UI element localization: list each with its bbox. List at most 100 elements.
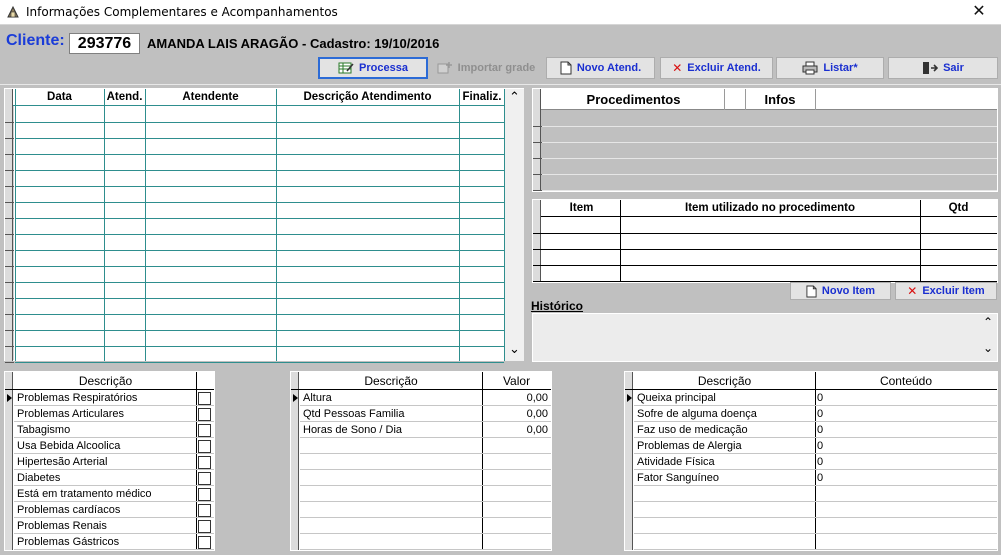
itens-grid[interactable]: Item Item utilizado no procedimento Qtd [532,199,998,283]
scroll-up-icon[interactable]: ⌃ [509,89,520,105]
medida-valor[interactable]: 0,00 [485,392,548,404]
col-anamnese-descricao[interactable]: Descrição [634,374,815,388]
condicao-label: Problemas Renais [17,520,107,532]
proc-row-line [542,174,997,175]
atendimentos-grid[interactable]: Data Atend. Atendente Descrição Atendime… [4,88,524,363]
condicao-checkbox[interactable] [198,392,211,405]
anamnese-grid[interactable]: Descrição Conteúdo Queixa principal 0 Sofr… [624,371,998,551]
historico-label: Histórico [531,299,584,313]
medida-valor[interactable]: 0,00 [485,408,548,420]
condicao-checkbox[interactable] [198,424,211,437]
novo-item-button[interactable]: Novo Item [790,282,891,300]
close-button[interactable]: ✕ [957,0,1001,25]
excluir-atend-label: Excluir Atend. [687,62,761,74]
importar-grade-button[interactable]: Importar grade [432,57,540,79]
grid-row-line [300,437,551,438]
condicao-checkbox[interactable] [198,536,211,549]
col-atendente[interactable]: Atendente [145,91,276,103]
client-id-field[interactable]: 293776 [69,33,140,54]
medida-valor[interactable]: 0,00 [485,424,548,436]
itens-col-line [620,200,621,282]
importar-grade-label: Importar grade [457,62,536,74]
col-infos[interactable]: Infos [745,92,815,107]
anamnese-conteudo[interactable]: 0 [817,440,993,452]
grid-row-line [14,549,214,550]
itens-row-line [533,249,997,250]
anamnese-conteudo[interactable]: 0 [817,392,993,404]
excluir-atend-button[interactable]: ✕ Excluir Atend. [660,57,773,79]
col-anamnese-conteudo[interactable]: Conteúdo [815,374,997,388]
processa-button[interactable]: Processa [318,57,428,79]
anamnese-conteudo[interactable]: 0 [817,424,993,436]
condicao-checkbox[interactable] [198,488,211,501]
grid-row-line [300,421,551,422]
atend-indicator-line [5,282,14,283]
historico-scroll-down-icon[interactable]: ⌄ [983,341,993,355]
col-procedimentos[interactable]: Procedimentos [543,92,724,107]
condicao-checkbox[interactable] [198,520,211,533]
col-item-utilizado[interactable]: Item utilizado no procedimento [620,202,920,214]
grid-row-line [14,453,214,454]
grid-row-line [634,421,997,422]
col-descricao-atendimento[interactable]: Descrição Atendimento [276,91,459,103]
novo-atend-button[interactable]: Novo Atend. [546,57,655,79]
grid-row-line [300,549,551,550]
current-row-arrow-icon [7,394,12,402]
atend-indicator-line [5,250,14,251]
condicao-checkbox[interactable] [198,408,211,421]
proc-row-line [542,190,997,191]
col-medida-descricao[interactable]: Descrição [300,374,482,388]
proc-indicator-line [533,142,542,143]
condicoes-header-line [5,389,214,390]
grid-row-line [14,405,214,406]
anamnese-conteudo[interactable]: 0 [817,472,993,484]
atendimentos-scrollbar[interactable]: ⌃ ⌄ [505,89,524,361]
condicao-checkbox[interactable] [198,440,211,453]
col-qtd[interactable]: Qtd [920,202,997,214]
col-condicao-descricao[interactable]: Descrição [14,374,197,388]
proc-row-line [542,142,997,143]
medidas-col-sep [482,372,483,550]
sair-button[interactable]: Sair [888,57,998,79]
col-atend[interactable]: Atend. [104,91,145,103]
atend-indicator-line [5,154,14,155]
proc-indicator-line [533,126,542,127]
medidas-grid[interactable]: Descrição Valor Altura 0,00 Qtd Pessoas Fa… [290,371,552,551]
anamnese-conteudo[interactable]: 0 [817,456,993,468]
atend-indicator-line [5,122,14,123]
atend-indicator-line [5,202,14,203]
atend-row-line [15,330,504,331]
proc-indicator-line [533,190,542,191]
condicao-checkbox[interactable] [198,504,211,517]
condicao-checkbox[interactable] [198,456,211,469]
atend-row-line [15,170,504,171]
historico-scroll-up-icon[interactable]: ⌃ [983,315,993,329]
listar-button[interactable]: Listar* [776,57,884,79]
atend-col-line [145,89,146,361]
atend-row-line [15,362,504,363]
col-data[interactable]: Data [15,91,104,103]
historico-textarea[interactable]: ⌃ ⌄ [532,313,998,362]
atend-row-line [15,154,504,155]
proc-row-line [542,126,997,127]
anamnese-conteudo[interactable]: 0 [817,408,993,420]
atend-col-line [276,89,277,361]
condicoes-grid[interactable]: Descrição Problemas Respiratórios Problem… [4,371,215,551]
col-finaliz[interactable]: Finaliz. [459,91,505,103]
client-name: AMANDA LAIS ARAGÃO - Cadastro: 19/10/201… [147,36,440,51]
col-medida-valor[interactable]: Valor [482,374,551,388]
atend-indicator-line [5,346,14,347]
proc-col-sep [815,89,816,110]
atend-row-line [15,138,504,139]
grid-row-line [634,517,997,518]
procedimentos-grid[interactable]: Procedimentos Infos [532,88,998,192]
proc-indicator-line [533,158,542,159]
novo-atend-label: Novo Atend. [576,62,642,74]
grid-row-line [634,485,997,486]
excluir-item-button[interactable]: ✕ Excluir Item [895,282,997,300]
condicao-checkbox[interactable] [198,472,211,485]
anamnese-descricao: Sofre de alguma doença [637,408,757,420]
grid-row-line [14,421,214,422]
col-item[interactable]: Item [543,202,620,214]
scroll-down-icon[interactable]: ⌄ [509,341,520,357]
